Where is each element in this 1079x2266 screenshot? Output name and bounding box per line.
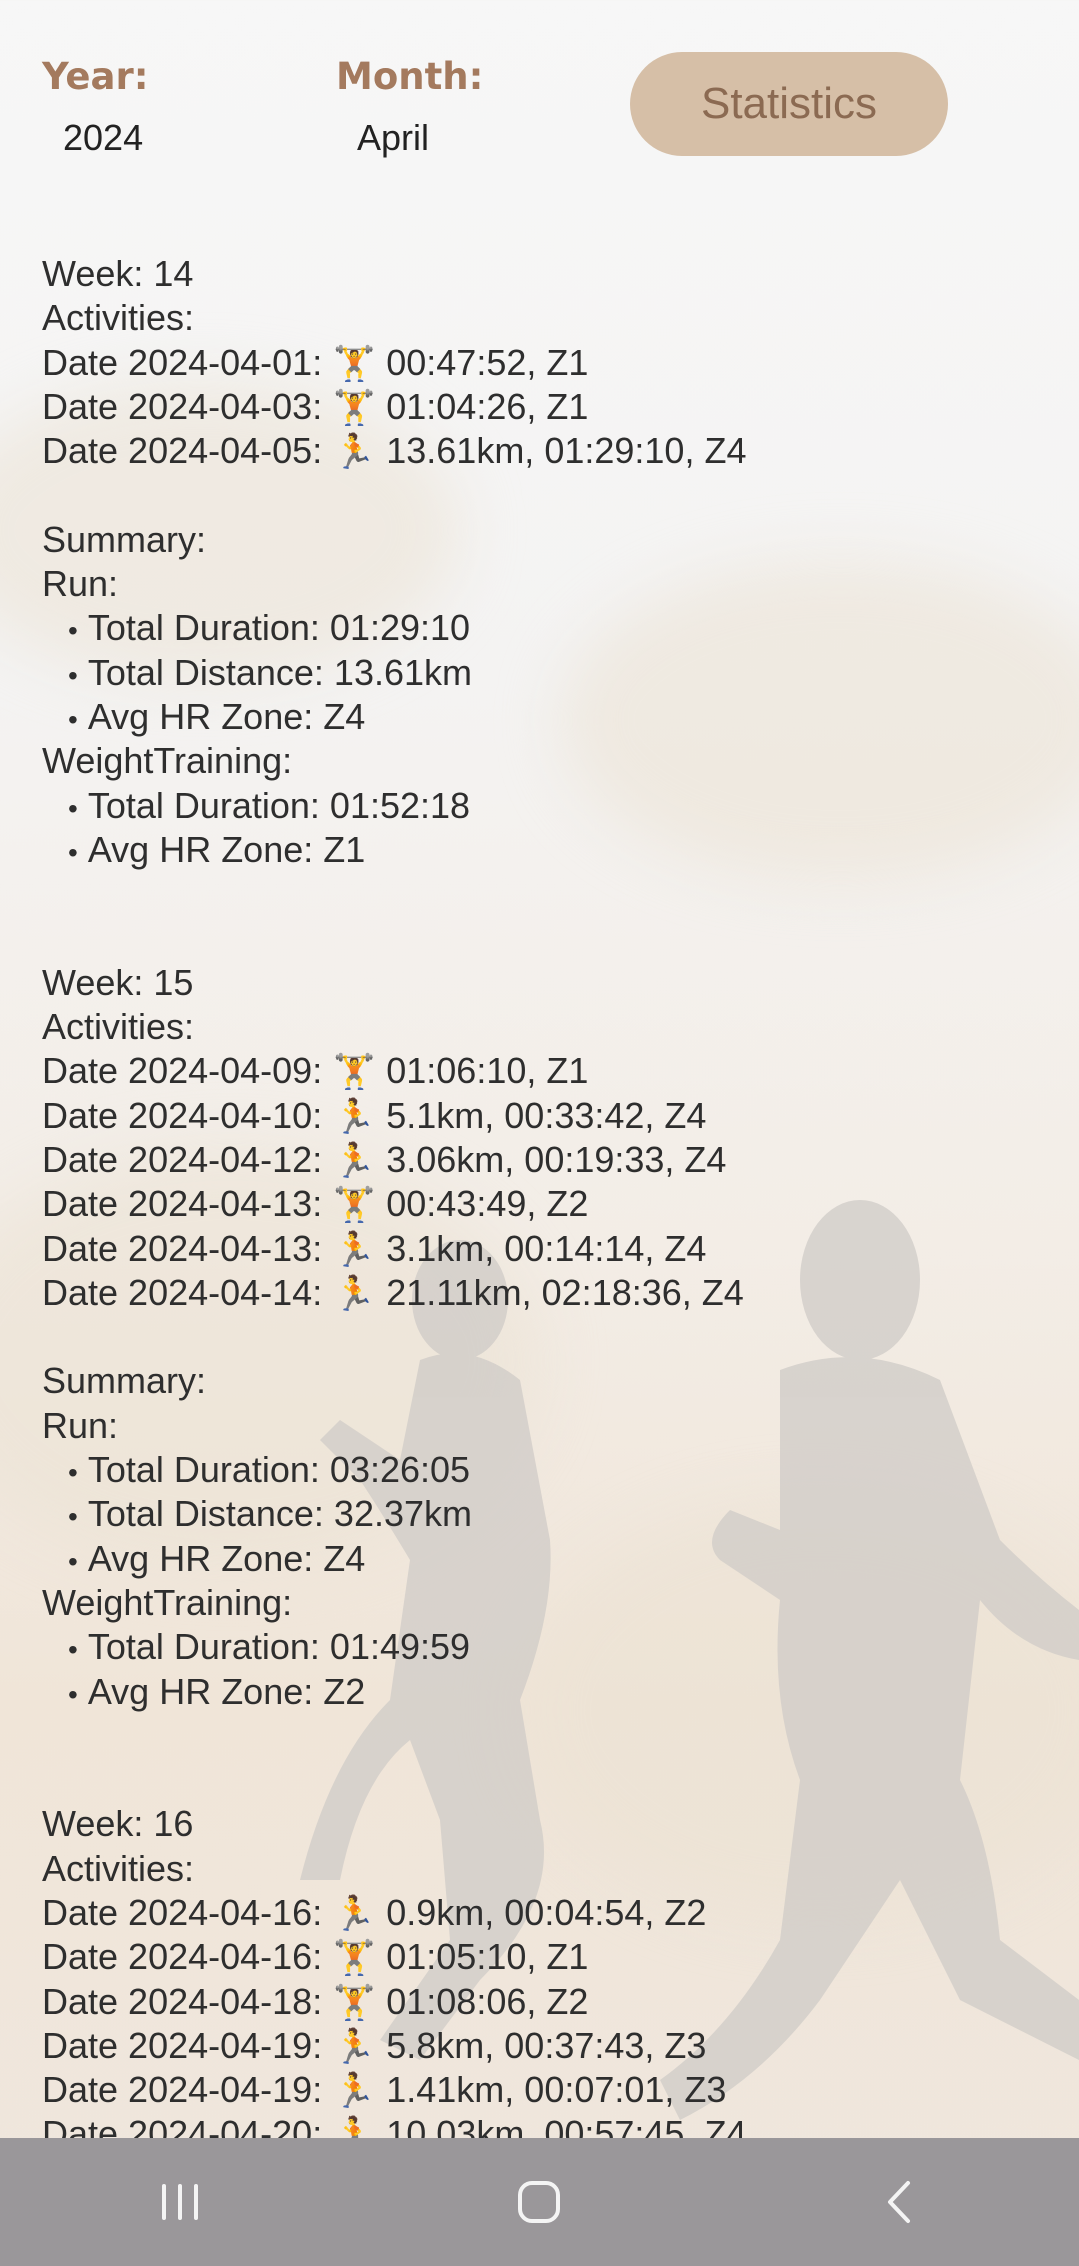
weekly-report: Week: 14 Activities: Date 2024-04-01: 🏋 …: [42, 252, 1042, 2138]
activity-row: Date 2024-04-12: 🏃 3.06km, 00:19:33, Z4: [42, 1138, 1042, 1182]
back-icon[interactable]: [859, 2162, 939, 2242]
activity-row: Date 2024-04-18: 🏋 01:08:06, Z2: [42, 1980, 1042, 2024]
running-icon: 🏃: [333, 1230, 376, 1269]
wt-total-duration: Total Duration: 01:52:18: [42, 784, 1042, 828]
running-icon: 🏃: [333, 1141, 376, 1180]
running-icon: 🏃: [333, 1894, 376, 1933]
week-title: Week: 14: [42, 253, 194, 294]
weightlifting-icon: 🏋: [333, 1939, 376, 1978]
activity-row: Date 2024-04-19: 🏃 1.41km, 00:07:01, Z3: [42, 2068, 1042, 2112]
activity-row: Date 2024-04-10: 🏃 5.1km, 00:33:42, Z4: [42, 1094, 1042, 1138]
week-block: Week: 14 Activities: Date 2024-04-01: 🏋 …: [42, 252, 1042, 872]
activities-label: Activities:: [42, 297, 195, 339]
run-label: Run:: [42, 1404, 119, 1446]
activity-row: Date 2024-04-05: 🏃 13.61km, 01:29:10, Z4: [42, 429, 1042, 473]
recents-icon[interactable]: [140, 2162, 220, 2242]
month-label: Month:: [336, 55, 484, 98]
weighttraining-label: WeightTraining:: [42, 1581, 293, 1623]
wt-avg-hr-zone: Avg HR Zone: Z1: [42, 828, 1042, 872]
week-title: Week: 16: [42, 1803, 194, 1845]
run-label: Run:: [42, 563, 119, 605]
activity-row: Date 2024-04-16: 🏃 0.9km, 00:04:54, Z2: [42, 1891, 1042, 1935]
wt-avg-hr-zone: Avg HR Zone: Z2: [42, 1670, 1042, 1714]
weightlifting-icon: 🏋: [333, 1053, 376, 1092]
wt-total-duration: Total Duration: 01:49:59: [42, 1625, 1042, 1669]
run-total-duration: Total Duration: 01:29:10: [42, 606, 1042, 650]
month-value[interactable]: April: [357, 117, 429, 159]
run-avg-hr-zone: Avg HR Zone: Z4: [42, 1537, 1042, 1581]
weighttraining-label: WeightTraining:: [42, 740, 293, 782]
activities-label: Activities:: [42, 1847, 195, 1889]
activity-row: Date 2024-04-01: 🏋 00:47:52, Z1: [42, 341, 1042, 385]
run-avg-hr-zone: Avg HR Zone: Z4: [42, 695, 1042, 739]
week-block: Week: 15 Activities: Date 2024-04-09: 🏋 …: [42, 961, 1042, 1714]
running-icon: 🏃: [333, 2027, 376, 2066]
running-icon: 🏃: [333, 1097, 376, 1136]
activities-label: Activities:: [42, 1006, 195, 1048]
activity-row: Date 2024-04-13: 🏃 3.1km, 00:14:14, Z4: [42, 1227, 1042, 1271]
activity-row: Date 2024-04-13: 🏋 00:43:49, Z2: [42, 1182, 1042, 1226]
weightlifting-icon: 🏋: [333, 1983, 376, 2022]
activity-row: Date 2024-04-09: 🏋 01:06:10, Z1: [42, 1049, 1042, 1093]
running-icon: 🏃: [333, 2116, 376, 2138]
scroll-viewport[interactable]: Year: 2024 Month: April Statistics Week:…: [0, 0, 1079, 2138]
week-title: Week: 15: [42, 961, 194, 1003]
activity-row: Date 2024-04-03: 🏋 01:04:26, Z1: [42, 385, 1042, 429]
year-value[interactable]: 2024: [63, 117, 143, 159]
statistics-button[interactable]: Statistics: [630, 52, 948, 156]
weightlifting-icon: 🏋: [333, 388, 376, 427]
weightlifting-icon: 🏋: [333, 344, 376, 383]
running-icon: 🏃: [333, 2072, 376, 2111]
activity-row: Date 2024-04-14: 🏃 21.11km, 02:18:36, Z4: [42, 1271, 1042, 1315]
activity-row: Date 2024-04-16: 🏋 01:05:10, Z1: [42, 1935, 1042, 1979]
week-block: Week: 16 Activities: Date 2024-04-16: 🏃 …: [42, 1802, 1042, 2138]
year-label: Year:: [42, 55, 149, 98]
summary-label: Summary:: [42, 518, 207, 560]
summary-label: Summary:: [42, 1360, 207, 1402]
run-total-duration: Total Duration: 03:26:05: [42, 1448, 1042, 1492]
running-icon: 🏃: [333, 433, 376, 472]
activity-row: Date 2024-04-20: 🏃 10.03km, 00:57:45, Z4: [42, 2112, 1042, 2138]
running-icon: 🏃: [333, 1274, 376, 1313]
activity-row: Date 2024-04-19: 🏃 5.8km, 00:37:43, Z3: [42, 2024, 1042, 2068]
system-navigation-bar: [0, 2138, 1079, 2266]
run-total-distance: Total Distance: 32.37km: [42, 1492, 1042, 1536]
home-icon[interactable]: [499, 2162, 579, 2242]
weightlifting-icon: 🏋: [333, 1186, 376, 1225]
header: Year: 2024 Month: April Statistics: [0, 0, 1079, 170]
run-total-distance: Total Distance: 13.61km: [42, 651, 1042, 695]
